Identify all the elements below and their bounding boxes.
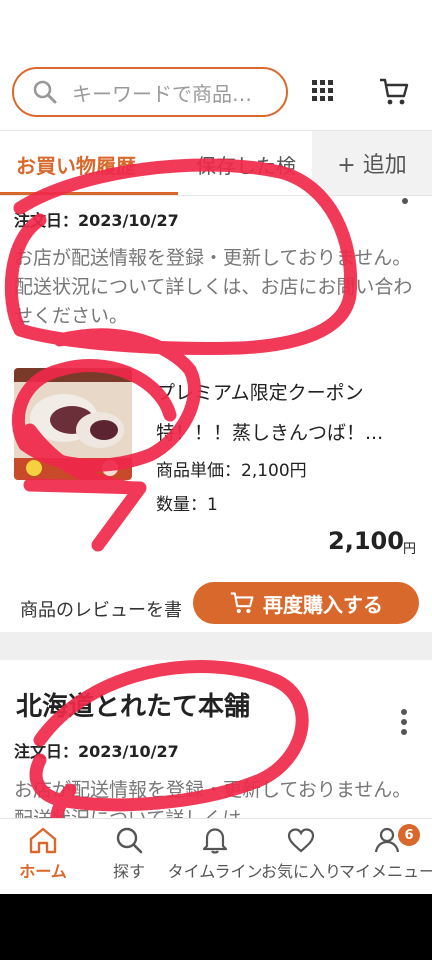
total-price-unit: 円	[403, 542, 417, 557]
add-tab-button[interactable]: + 追加	[312, 131, 432, 195]
more-icon[interactable]	[400, 196, 410, 206]
search-icon	[33, 80, 57, 104]
shipping-notice: お店が配送情報を登録・更新しておりません。配送状況について詳しくは	[14, 779, 412, 818]
order-date: 注文日：2023/10/27	[14, 211, 179, 230]
product-name[interactable]: プレミアム限定クーポン特！！！蒸しきんつば！...	[156, 373, 418, 453]
search-input[interactable]: キーワードで商品…	[72, 78, 282, 107]
shop-name[interactable]: 北海道とれたて本舗	[16, 686, 250, 723]
product-image[interactable]	[14, 368, 132, 480]
rebuy-button[interactable]: 再度購入する	[193, 582, 419, 624]
cart-icon[interactable]	[378, 77, 410, 107]
tab-saved-search[interactable]: 保存した検	[196, 150, 318, 179]
nav-home-label: ホーム	[19, 862, 67, 881]
section-separator	[0, 632, 432, 660]
unit-price: 商品単価：2,100円	[156, 461, 307, 481]
order-date: 注文日：2023/10/27	[14, 742, 179, 761]
user-icon	[374, 827, 400, 853]
cart-icon	[230, 592, 254, 614]
quantity: 数量：1	[156, 495, 218, 515]
product-photo	[14, 368, 132, 480]
heart-icon	[287, 828, 315, 853]
nav-timeline-label: タイムライン	[167, 862, 263, 881]
notification-badge: 6	[398, 824, 420, 846]
nav-my-menu-label: マイメニュー	[339, 862, 432, 881]
add-tab-label: + 追加	[337, 153, 407, 178]
more-icon[interactable]	[398, 708, 410, 738]
nav-home[interactable]: ホーム	[0, 826, 88, 882]
rebuy-label: 再度購入する	[263, 592, 383, 617]
shipping-notice: お店が配送情報を登録・更新しておりません。配送状況について詳しくは、お店にお問い…	[14, 247, 413, 327]
nav-favorites-label: お気に入り	[260, 862, 341, 881]
nav-favorites[interactable]: お気に入り	[256, 826, 346, 882]
search-icon	[116, 827, 143, 854]
bell-icon	[202, 828, 228, 854]
home-icon	[29, 827, 57, 854]
nav-search-label: 探す	[112, 862, 145, 881]
divider	[0, 195, 432, 196]
write-review-link[interactable]: 商品のレビューを書	[20, 596, 196, 622]
system-navigation-bar	[0, 894, 432, 960]
tab-purchase-history[interactable]: お買い物履歴	[16, 150, 136, 179]
nav-timeline[interactable]: タイムライン	[167, 826, 263, 882]
nav-search[interactable]: 探す	[84, 826, 174, 882]
total-price: 2,100	[328, 527, 404, 555]
search-bar[interactable]: キーワードで商品…	[12, 67, 288, 117]
grid-icon[interactable]	[312, 80, 334, 102]
